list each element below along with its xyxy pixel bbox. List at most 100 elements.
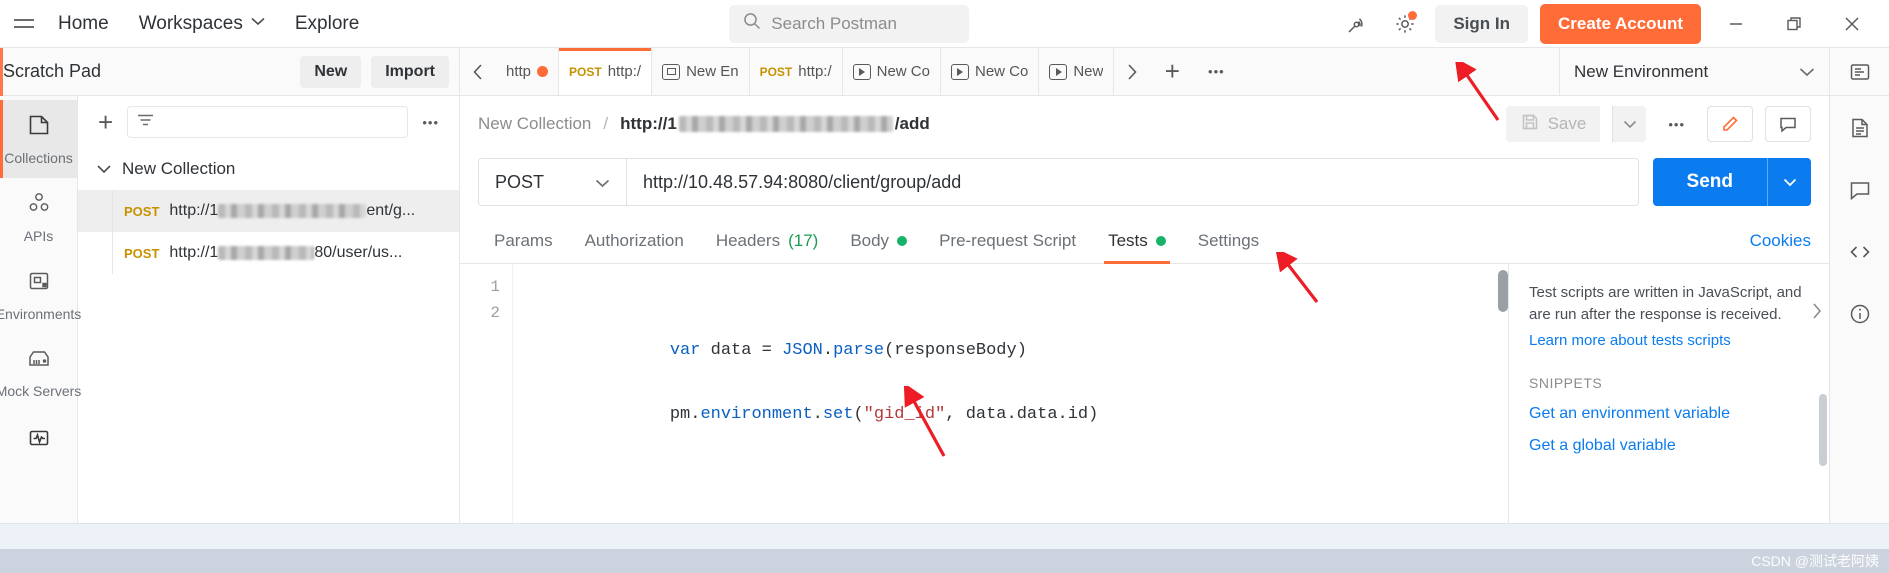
request-name: http://1 80/user/us... [169,244,402,262]
search-input[interactable]: Search Postman [729,4,970,43]
sidebar-item-mock-servers[interactable]: Mock Servers [0,334,81,412]
request-list-item[interactable]: POST http://1 80/user/us... [78,232,459,274]
editor-vertical-scrollbar[interactable] [1498,270,1508,312]
send-button[interactable]: Send [1652,158,1767,206]
tests-present-dot-icon [1155,235,1166,246]
environment-tab[interactable]: New En [652,48,750,95]
tab-params[interactable]: Params [478,218,569,264]
create-account-button[interactable]: Create Account [1539,3,1701,44]
nav-home[interactable]: Home [58,13,109,35]
save-icon [1520,112,1540,137]
tab-tests[interactable]: Tests [1092,218,1182,264]
notification-dot [1408,10,1418,20]
tab-label: New [1073,63,1104,80]
environment-quick-look-icon[interactable] [1829,48,1889,95]
code-content[interactable]: var data = JSON.parse(responseBody) pm.e… [512,264,1508,523]
code-icon[interactable] [1842,234,1878,270]
code-token: = [761,341,783,360]
gear-icon[interactable] [1387,6,1423,42]
chevron-down-icon[interactable] [96,159,112,179]
send-options-caret[interactable] [1767,158,1811,206]
url-input[interactable]: http://10.48.57.94:8080/client/group/add [626,158,1639,206]
sign-in-button[interactable]: Sign In [1435,4,1528,43]
sidebar-item-apis[interactable]: APIs [0,178,77,256]
unsaved-indicator-icon [537,66,549,77]
runner-tab[interactable]: New Co [842,48,941,95]
redacted-text [218,246,315,260]
plus-icon[interactable]: + [92,109,119,135]
workspace-accent-bar [0,47,3,96]
cookies-link[interactable]: Cookies [1750,231,1811,251]
breadcrumb-collection[interactable]: New Collection [478,114,591,134]
tab-pre-request-script[interactable]: Pre-request Script [923,218,1092,264]
nav-explore[interactable]: Explore [295,13,359,35]
code-token: data [710,341,762,360]
tab-authorization[interactable]: Authorization [569,218,700,264]
save-options-caret[interactable] [1612,106,1647,142]
request-tab[interactable]: POST http:/ [749,48,843,95]
method-select[interactable]: POST [478,158,626,206]
learn-more-link[interactable]: Learn more about tests scripts [1529,332,1813,349]
environment-selected-label: New Environment [1574,61,1709,81]
collections-toolbar: + ••• [78,96,459,148]
filter-input[interactable] [127,106,409,138]
tab-label: Tests [1108,230,1148,250]
new-tab-button[interactable]: + [1150,48,1194,95]
code-token: parse [833,341,885,360]
request-tab[interactable]: http [496,48,560,95]
comment-icon[interactable] [1765,106,1811,142]
snippet-get-environment-variable[interactable]: Get an environment variable [1529,405,1813,423]
collections-panel: + ••• New Collection POST http://1 ent/g… [78,96,460,523]
close-icon[interactable] [1829,4,1875,44]
tabs-more-icon[interactable]: ••• [1194,48,1238,95]
tab-body[interactable]: Body [834,218,923,264]
request-tab-active[interactable]: POST http:/ [559,48,653,95]
snippets-scrollbar[interactable] [1819,394,1827,466]
comments-icon[interactable] [1842,172,1878,208]
tabs-scroll-right-icon[interactable] [1114,48,1150,95]
request-section-tabs: Params Authorization Headers (17) Body P… [460,218,1829,264]
docs-icon[interactable] [1842,110,1878,146]
nav-workspaces[interactable]: Workspaces [139,13,265,35]
chevron-down-icon [1799,62,1815,82]
breadcrumb-name-suffix: /add [894,114,930,133]
sidebar-item-monitors[interactable] [0,412,77,468]
snippet-get-global-variable[interactable]: Get a global variable [1529,437,1813,455]
mock-servers-icon [25,347,53,376]
sidebar-item-label: Mock Servers [0,383,82,399]
sidebar-item-collections[interactable]: Collections [0,100,77,178]
left-rail-nav: Collections APIs Environments Mock Serve… [0,96,81,523]
request-list-item[interactable]: POST http://1 ent/g... [78,190,459,232]
snippets-panel: Test scripts are written in JavaScript, … [1509,264,1829,523]
hamburger-icon[interactable] [10,19,44,28]
restore-icon[interactable] [1771,4,1817,44]
info-icon[interactable] [1842,296,1878,332]
request-more-icon[interactable]: ••• [1658,117,1695,132]
runner-tab[interactable]: New Co [940,48,1040,95]
sidebar-item-environments[interactable]: Environments [0,256,81,334]
new-button[interactable]: New [300,55,362,88]
tab-label: New En [686,63,739,80]
tab-method: POST [569,64,602,79]
request-method: POST [124,245,160,261]
line-number: 2 [490,304,500,322]
edit-pencil-icon[interactable] [1707,106,1753,142]
breadcrumb-separator: / [603,114,609,133]
satellite-icon[interactable] [1339,6,1375,42]
collections-more-icon[interactable]: ••• [416,115,445,130]
tabs-scroll-left-icon[interactable] [460,48,496,95]
sidebar-item-label: APIs [23,228,54,244]
code-token: . [822,341,834,360]
collection-folder-row[interactable]: New Collection [78,148,459,190]
runner-tab[interactable]: New [1039,48,1115,95]
minimize-icon[interactable] [1713,4,1759,44]
chevron-right-icon[interactable] [1811,302,1823,325]
tab-settings[interactable]: Settings [1182,218,1275,264]
tab-headers[interactable]: Headers (17) [700,218,835,264]
code-editor[interactable]: 1 2 var data = JSON.parse(responseBody) … [460,264,1509,523]
breadcrumb-request-name[interactable]: http://1 /add [620,114,930,134]
code-token: JSON [782,341,823,360]
import-button[interactable]: Import [371,55,449,88]
save-button[interactable]: Save [1505,106,1601,142]
environment-selector[interactable]: New Environment [1559,48,1829,95]
